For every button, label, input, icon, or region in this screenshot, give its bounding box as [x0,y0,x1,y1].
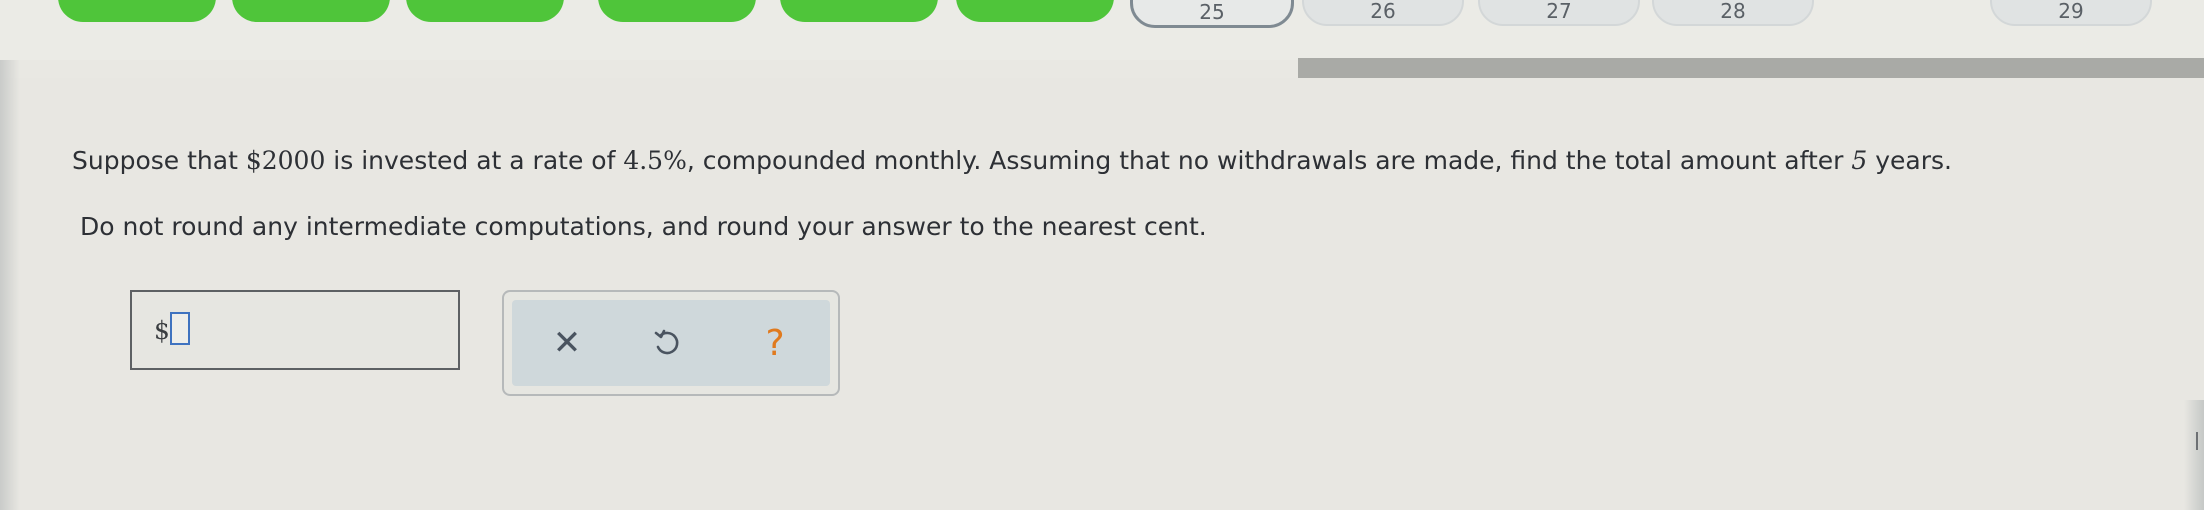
question-pill-done[interactable] [406,0,564,22]
interest-rate: 4.5% [623,146,687,175]
question-pill[interactable]: 26 [1302,0,1464,26]
question-number: 25 [1199,0,1225,24]
question-pill-current[interactable]: 25 [1130,0,1294,28]
question-number: 26 [1370,0,1396,23]
right-edge-shadow [2184,400,2204,510]
principal-amount: $2000 [245,146,326,175]
question-number: 28 [1720,0,1746,23]
answer-box[interactable]: $ [130,290,460,370]
rounding-instruction: Do not round any intermediate computatio… [80,212,1207,241]
answer-input[interactable] [170,312,190,345]
question-pill[interactable]: 28 [1652,0,1814,26]
question-pill-done[interactable] [598,0,756,22]
question-pill-done[interactable] [232,0,390,22]
help-button[interactable]: ? [750,316,800,370]
close-icon: ✕ [552,323,582,363]
question-text-part: is invested at a rate of [325,146,624,175]
question-pill[interactable]: 29 [1990,0,2152,26]
progress-bar [1298,58,2204,78]
question-number: 27 [1546,0,1572,23]
edge-mark [2196,432,2202,450]
years-value: 5 [1851,146,1868,175]
question-pill-done[interactable] [956,0,1114,22]
left-edge-shadow [0,60,20,510]
clear-button[interactable]: ✕ [542,316,592,370]
question-text-part: , compounded monthly. Assuming that no w… [686,146,1852,175]
question-navigation: 25 26 27 28 29 [0,0,2204,60]
question-pill-done[interactable] [58,0,216,22]
undo-icon [654,329,679,355]
question-pill-done[interactable] [780,0,938,22]
question-text: Suppose that $2000 is invested at a rate… [72,146,1952,175]
answer-tools: ✕ ? [502,290,840,396]
tool-panel: ✕ ? [512,300,830,386]
help-icon: ? [765,322,785,364]
question-text-part: Suppose that [72,146,246,175]
question-pill[interactable]: 27 [1478,0,1640,26]
dollar-prefix: $ [154,316,170,345]
question-number: 29 [2058,0,2084,23]
undo-button[interactable] [642,316,692,370]
question-text-part: years. [1867,146,1953,175]
